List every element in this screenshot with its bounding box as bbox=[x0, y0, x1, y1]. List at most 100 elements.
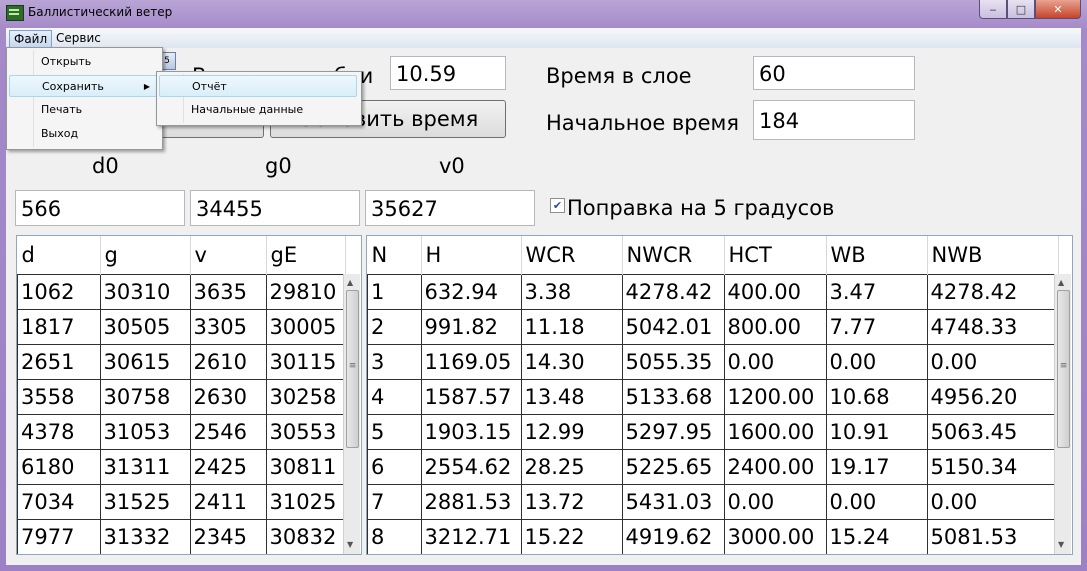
left-table-cell[interactable]: 30005 bbox=[265, 309, 346, 345]
left-table-cell[interactable]: 6180 bbox=[17, 449, 101, 485]
left-table-cell[interactable]: 31053 bbox=[99, 414, 191, 450]
menu-file[interactable]: Файл bbox=[9, 30, 53, 48]
right-table-cell[interactable]: 0.00 bbox=[926, 484, 1059, 520]
right-table-cell[interactable]: 1169.05 bbox=[420, 344, 522, 380]
left-table-cell[interactable]: 2411 bbox=[189, 484, 267, 520]
col-header-d[interactable]: d bbox=[17, 236, 101, 275]
scroll-up-arrow-icon[interactable]: ▲ bbox=[1058, 278, 1064, 287]
right-table-cell[interactable]: 4 bbox=[367, 379, 422, 415]
right-table-cell[interactable]: 11.18 bbox=[520, 309, 623, 345]
right-table-cell[interactable]: 4956.20 bbox=[926, 379, 1059, 415]
right-table-cell[interactable]: 5055.35 bbox=[621, 344, 725, 380]
left-table-cell[interactable]: 29810 bbox=[265, 274, 346, 310]
scroll-up-arrow-icon[interactable]: ▲ bbox=[347, 278, 353, 287]
right-table-cell[interactable]: 4278.42 bbox=[621, 274, 725, 310]
right-table-cell[interactable]: 5297.95 bbox=[621, 414, 725, 450]
v0-field[interactable]: 35627 bbox=[365, 190, 535, 226]
right-table-row[interactable]: 7 2881.53 13.72 5431.03 0.00 0.00 0.00 bbox=[367, 484, 1059, 520]
left-table-cell[interactable]: 31525 bbox=[99, 484, 191, 520]
initial-time-field[interactable]: 184 bbox=[753, 100, 915, 140]
right-table-cell[interactable]: 3000.00 bbox=[723, 519, 827, 554]
maximize-button[interactable]: □ bbox=[1007, 0, 1035, 19]
left-table-cell[interactable]: 31332 bbox=[99, 519, 191, 554]
left-table-cell[interactable]: 3635 bbox=[189, 274, 267, 310]
col-header-g[interactable]: g bbox=[100, 236, 191, 275]
right-table-cell[interactable]: 0.00 bbox=[723, 344, 827, 380]
col-header-ge[interactable]: gE bbox=[266, 236, 346, 275]
left-table-cell[interactable]: 7977 bbox=[17, 519, 101, 554]
right-table-cell[interactable]: 5 bbox=[367, 414, 422, 450]
right-table-cell[interactable]: 1600.00 bbox=[723, 414, 827, 450]
right-table-cell[interactable]: 3.47 bbox=[825, 274, 928, 310]
right-table-cell[interactable]: 6 bbox=[367, 449, 422, 485]
left-table-cell[interactable]: 2425 bbox=[189, 449, 267, 485]
left-scroll-thumb[interactable]: ≡ bbox=[346, 290, 359, 448]
left-table-cell[interactable]: 4378 bbox=[17, 414, 101, 450]
right-table-cell[interactable]: 5150.34 bbox=[926, 449, 1059, 485]
right-table-cell[interactable]: 0.00 bbox=[825, 344, 928, 380]
right-table-cell[interactable]: 4278.42 bbox=[926, 274, 1059, 310]
col-header-hct[interactable]: HCT bbox=[724, 236, 827, 275]
left-table-cell[interactable]: 3558 bbox=[17, 379, 101, 415]
right-table-cell[interactable]: 1587.57 bbox=[420, 379, 522, 415]
right-table-cell[interactable]: 13.48 bbox=[520, 379, 623, 415]
g0-field[interactable]: 34455 bbox=[190, 190, 360, 226]
left-table-cell[interactable]: 30310 bbox=[99, 274, 191, 310]
left-table-cell[interactable]: 30505 bbox=[99, 309, 191, 345]
right-table-row[interactable]: 6 2554.62 28.25 5225.65 2400.00 19.17 5150.34 bbox=[367, 449, 1059, 485]
right-table-cell[interactable]: 2400.00 bbox=[723, 449, 827, 485]
d0-field[interactable]: 566 bbox=[15, 190, 185, 226]
title-bar[interactable]: Баллистический ветер ‒ □ ✕ bbox=[0, 0, 1087, 26]
menu-item-report[interactable]: Отчёт bbox=[159, 75, 357, 97]
right-table-cell[interactable]: 1903.15 bbox=[420, 414, 522, 450]
right-table-row[interactable]: 1 632.94 3.38 4278.42 400.00 3.47 4278.42 bbox=[367, 274, 1059, 310]
left-table-row[interactable]: 7977 31332 2345 30832 bbox=[17, 519, 346, 554]
left-table-cell[interactable]: 7034 bbox=[17, 484, 101, 520]
right-scrollbar[interactable]: ▲ ≡ ▼ bbox=[1054, 274, 1071, 554]
right-table-cell[interactable]: 1200.00 bbox=[723, 379, 827, 415]
right-table-cell[interactable]: 2881.53 bbox=[420, 484, 522, 520]
right-table-cell[interactable]: 15.24 bbox=[825, 519, 928, 554]
left-table-row[interactable]: 6180 31311 2425 30811 bbox=[17, 449, 346, 485]
right-table-cell[interactable]: 5081.53 bbox=[926, 519, 1059, 554]
col-header-wb[interactable]: WB bbox=[826, 236, 928, 275]
right-table-cell[interactable]: 7 bbox=[367, 484, 422, 520]
col-header-n[interactable]: N bbox=[367, 236, 422, 275]
right-table-cell[interactable]: 5042.01 bbox=[621, 309, 725, 345]
right-table-cell[interactable]: 19.17 bbox=[825, 449, 928, 485]
left-table-cell[interactable]: 3305 bbox=[189, 309, 267, 345]
time-in-layer-field[interactable]: 60 bbox=[753, 56, 915, 90]
left-table-row[interactable]: 3558 30758 2630 30258 bbox=[17, 379, 346, 415]
left-table-row[interactable]: 4378 31053 2546 30553 bbox=[17, 414, 346, 450]
left-table-cell[interactable]: 2610 bbox=[189, 344, 267, 380]
col-header-nwb[interactable]: NWB bbox=[927, 236, 1059, 275]
right-table-cell[interactable]: 8 bbox=[367, 519, 422, 554]
right-table-cell[interactable]: 10.91 bbox=[825, 414, 928, 450]
right-table-cell[interactable]: 5063.45 bbox=[926, 414, 1059, 450]
left-table-row[interactable]: 1817 30505 3305 30005 bbox=[17, 309, 346, 345]
col-header-v[interactable]: v bbox=[190, 236, 267, 275]
right-table-cell[interactable]: 10.68 bbox=[825, 379, 928, 415]
scroll-down-arrow-icon[interactable]: ▼ bbox=[1058, 540, 1064, 549]
right-table-cell[interactable]: 5225.65 bbox=[621, 449, 725, 485]
right-table-cell[interactable]: 0.00 bbox=[926, 344, 1059, 380]
close-button[interactable]: ✕ bbox=[1035, 0, 1081, 19]
menu-item-save[interactable]: Сохранить ▶ bbox=[9, 75, 159, 97]
left-scrollbar[interactable]: ▲ ≡ ▼ bbox=[343, 274, 360, 554]
left-table-row[interactable]: 1062 30310 3635 29810 bbox=[17, 274, 346, 310]
left-table-cell[interactable]: 30115 bbox=[265, 344, 346, 380]
left-table-cell[interactable]: 30258 bbox=[265, 379, 346, 415]
right-table-cell[interactable]: 0.00 bbox=[825, 484, 928, 520]
left-table-cell[interactable]: 2651 bbox=[17, 344, 101, 380]
right-table-cell[interactable]: 7.77 bbox=[825, 309, 928, 345]
right-table-cell[interactable]: 4748.33 bbox=[926, 309, 1059, 345]
left-table-cell[interactable]: 31025 bbox=[265, 484, 346, 520]
menu-item-open[interactable]: Открыть bbox=[9, 51, 159, 73]
right-table-cell[interactable]: 3.38 bbox=[520, 274, 623, 310]
left-table-cell[interactable]: 1062 bbox=[17, 274, 101, 310]
menu-item-print[interactable]: Печать bbox=[9, 99, 159, 121]
right-table-row[interactable]: 5 1903.15 12.99 5297.95 1600.00 10.91 5063.45 bbox=[367, 414, 1059, 450]
col-header-h[interactable]: H bbox=[421, 236, 522, 275]
right-table-cell[interactable]: 15.22 bbox=[520, 519, 623, 554]
right-table-row[interactable]: 8 3212.71 15.22 4919.62 3000.00 15.24 5081.53 bbox=[367, 519, 1059, 554]
